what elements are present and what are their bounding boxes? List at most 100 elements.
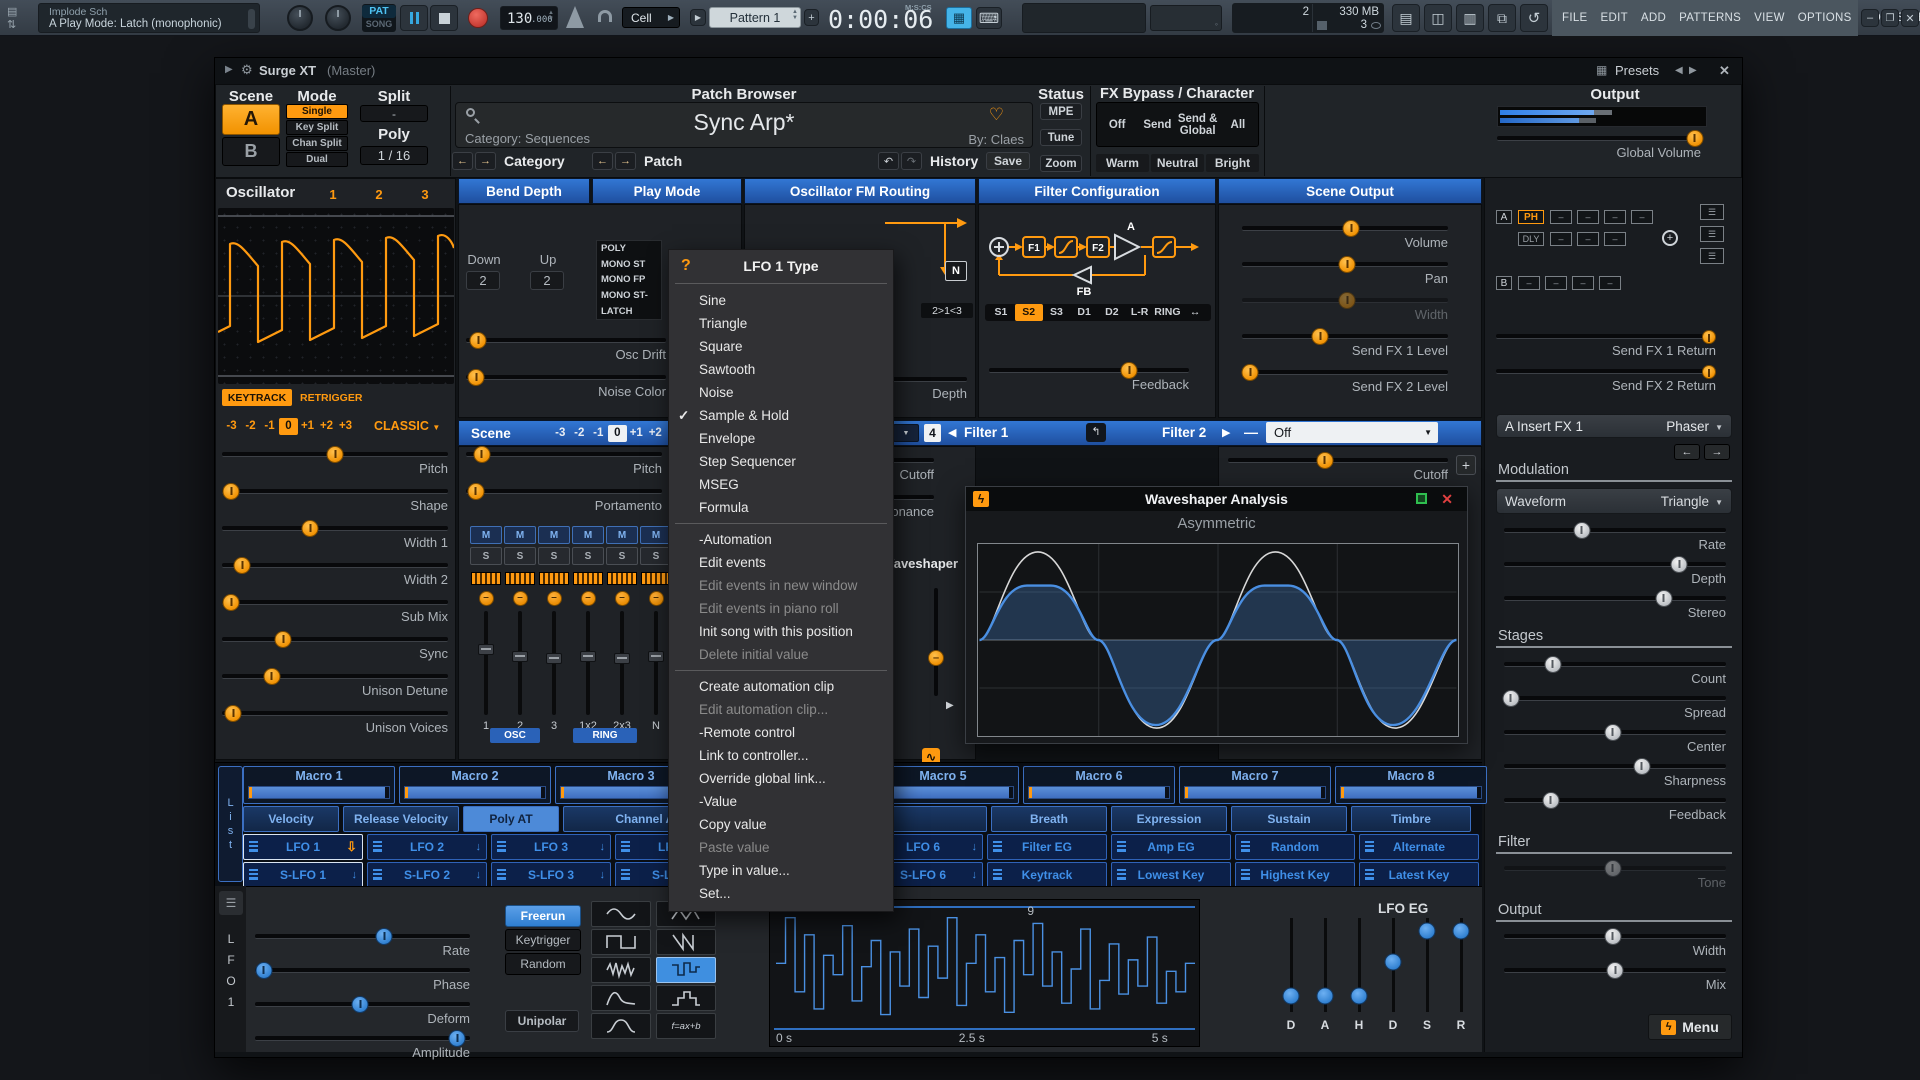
play-mode-option[interactable]: MONO ST- xyxy=(597,288,661,304)
context-menu-item[interactable]: -Value xyxy=(669,790,893,813)
slider-knob[interactable] xyxy=(1316,452,1333,469)
lfo-eg-stage[interactable]: A xyxy=(1310,918,1340,1032)
mod-source-lfo[interactable]: LFO 1⇩ xyxy=(243,834,363,860)
slider-knob[interactable] xyxy=(467,483,484,500)
filter-config-option[interactable]: D2 xyxy=(1098,304,1126,321)
routing-block[interactable]: – xyxy=(1577,232,1599,246)
mod-source-slfo[interactable]: Highest Key xyxy=(1235,862,1355,888)
context-menu-item[interactable]: MSEG xyxy=(669,473,893,496)
scene-octave-option[interactable]: +2 xyxy=(646,425,665,442)
filter-config-option[interactable]: ↔ xyxy=(1181,304,1209,321)
fx-slider[interactable]: Count xyxy=(1504,658,1726,692)
octave-option[interactable]: +1 xyxy=(298,418,317,435)
macro-slot[interactable]: Macro 2 xyxy=(399,766,551,804)
fm-routing-value[interactable]: 2>1<3 xyxy=(921,303,973,318)
routing-block[interactable]: – xyxy=(1599,276,1621,290)
arrow-down-icon[interactable]: ↓ xyxy=(476,869,482,881)
patch-prev-button[interactable]: ← xyxy=(592,152,613,170)
macro-slot[interactable]: Macro 7 xyxy=(1179,766,1331,804)
mod-source[interactable]: Timbre xyxy=(1351,806,1471,832)
waveshaper-next-icon[interactable]: ▶ xyxy=(946,700,954,711)
context-menu-item[interactable]: Paste value xyxy=(669,836,893,859)
poly-value[interactable]: 1 / 16 xyxy=(360,146,428,165)
mod-source[interactable]: Poly AT xyxy=(463,806,559,832)
mode-option[interactable]: Chan Split xyxy=(286,136,348,151)
slider-knob[interactable] xyxy=(1242,364,1259,381)
plugin-titlebar[interactable]: ▶ ⚙ Surge XT (Master) ▦ Presets ◀ ▶ ✕ xyxy=(215,58,1742,84)
window-minimize-button[interactable]: – xyxy=(1861,9,1879,27)
context-menu-item[interactable]: -Automation xyxy=(669,528,893,551)
play-mode-option[interactable]: LATCH xyxy=(597,303,661,319)
pat-song-toggle[interactable]: PAT SONG xyxy=(362,4,396,32)
filter-subtype-value[interactable]: 4 xyxy=(924,424,941,442)
song-mode[interactable]: SONG xyxy=(362,19,396,29)
slider-knob[interactable] xyxy=(1453,923,1470,940)
context-menu-item[interactable]: Noise xyxy=(669,381,893,404)
presets-label[interactable]: Presets xyxy=(1615,63,1659,78)
lfo-slider[interactable]: Amplitude xyxy=(255,1032,470,1066)
lfo-menu-icon[interactable]: ☰ xyxy=(219,891,243,915)
filter-type-dropdown-icon[interactable]: ▼ xyxy=(893,424,919,442)
context-menu-item[interactable]: Edit events xyxy=(669,551,893,574)
fx-waveform-dropdown[interactable]: Waveform Triangle ▼ xyxy=(1496,488,1732,514)
lfo-shape-formula[interactable]: f=ax+b xyxy=(656,1013,716,1039)
scene-a-button[interactable]: A xyxy=(222,104,280,135)
slider-knob[interactable] xyxy=(1633,758,1650,775)
lfo-eg-stage[interactable]: D xyxy=(1378,918,1408,1032)
routing-block[interactable]: – xyxy=(1577,210,1599,224)
fx-type-dropdown-icon[interactable]: ▼ xyxy=(1715,423,1723,432)
detach-arrow-icon[interactable]: ▶ xyxy=(225,64,233,75)
scene-octave-option[interactable]: 0 xyxy=(608,425,627,442)
category-next-button[interactable]: → xyxy=(475,152,496,170)
fx-bypass-option[interactable]: Send xyxy=(1137,103,1177,146)
category-prev-button[interactable]: ← xyxy=(452,152,473,170)
channel-fader[interactable] xyxy=(620,611,624,715)
oscillator-slider[interactable]: Width 1 xyxy=(222,522,448,559)
fx-type-value[interactable]: Phaser xyxy=(1666,419,1709,434)
favorite-heart-icon[interactable]: ♡ xyxy=(989,105,1004,125)
channel-mute-knob[interactable]: – xyxy=(513,591,528,606)
arrow-down-icon[interactable]: ↓ xyxy=(972,869,978,881)
channel-mute-knob[interactable]: – xyxy=(581,591,596,606)
filter-config-option[interactable]: L-R xyxy=(1126,304,1154,321)
slider-knob[interactable] xyxy=(470,332,487,349)
status-button[interactable]: MPE xyxy=(1040,103,1082,120)
oscillator-slider[interactable]: Sub Mix xyxy=(222,596,448,633)
context-menu-item[interactable]: Formula xyxy=(669,496,893,519)
snap-selector[interactable]: Cell ▶ xyxy=(622,7,680,28)
context-menu-item[interactable]: Sine xyxy=(669,289,893,312)
slider-knob[interactable] xyxy=(302,520,319,537)
slider-knob[interactable] xyxy=(1702,330,1716,344)
mode-option[interactable]: Single xyxy=(286,104,348,119)
lfo-trigger-option[interactable]: Random xyxy=(505,953,581,975)
osc-character-slider[interactable]: Noise Color xyxy=(466,371,666,408)
lfo-shape-noise[interactable] xyxy=(591,957,651,983)
playlist-icon[interactable]: ▤ xyxy=(1392,4,1420,32)
slider-knob[interactable] xyxy=(223,483,240,500)
lfo-shape-sawtooth[interactable] xyxy=(656,929,716,955)
fx-slider[interactable]: Spread xyxy=(1504,692,1726,726)
fx-slider[interactable]: Tone xyxy=(1504,862,1726,896)
slider-knob[interactable] xyxy=(1283,988,1300,1005)
channel-fader[interactable] xyxy=(484,611,488,715)
mod-source[interactable]: Expression xyxy=(1111,806,1227,832)
mod-source-lfo[interactable]: LFO 2↓ xyxy=(367,834,487,860)
routing-block[interactable]: – xyxy=(1518,276,1540,290)
status-button[interactable]: Tune xyxy=(1040,129,1082,146)
lfo-display[interactable]: 9 0 s 2.5 s 5 s xyxy=(769,899,1200,1047)
mod-source[interactable]: Sustain xyxy=(1231,806,1347,832)
fx-slot-box[interactable]: A Insert FX 1 Phaser ▼ xyxy=(1496,414,1732,438)
slider-knob[interactable] xyxy=(1702,365,1716,379)
mute-button[interactable]: M xyxy=(538,526,570,544)
context-menu-item[interactable]: Type in value... xyxy=(669,859,893,882)
filter1-label[interactable]: Filter 1 xyxy=(964,425,1008,440)
record-button[interactable] xyxy=(468,8,488,28)
macro-value-bar[interactable] xyxy=(1028,786,1170,799)
fx-slider[interactable]: Stereo xyxy=(1504,592,1726,626)
fader-knob[interactable] xyxy=(546,653,562,664)
routing-ph-block[interactable]: PH xyxy=(1518,210,1544,224)
browser-icon[interactable]: ⧉ xyxy=(1488,4,1516,32)
mod-source-slfo[interactable]: Lowest Key xyxy=(1111,862,1231,888)
window-restore-button[interactable]: ❐ xyxy=(1881,9,1899,27)
oscillator-slider[interactable]: Unison Voices xyxy=(222,707,448,744)
